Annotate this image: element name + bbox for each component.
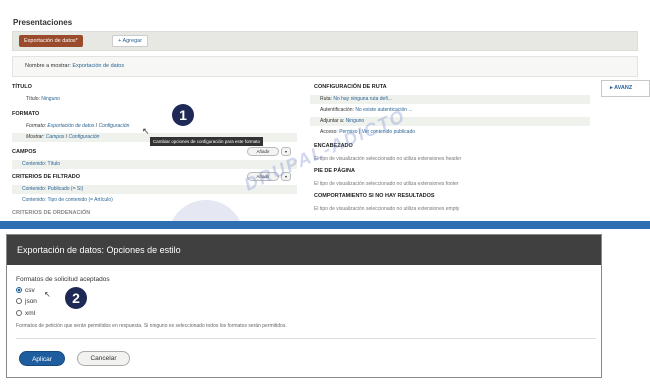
display-name-link[interactable]: Exportación de datos: [72, 63, 124, 69]
format-option-csv[interactable]: csv: [16, 287, 35, 294]
format-option-label: csv: [25, 287, 35, 294]
mostrar-value-link[interactable]: Campos: [46, 134, 65, 140]
add-display-label: Agregar: [122, 38, 143, 44]
advanced-label: AVANZ: [614, 85, 633, 91]
sin-resultados-text: El tipo de visualización seleccionado no…: [314, 206, 460, 212]
formato-settings-link[interactable]: Configuración: [99, 123, 130, 129]
dialog-title: Exportación de datos: Opciones de estilo: [7, 235, 601, 265]
pie-text: El tipo de visualización seleccionado no…: [314, 181, 459, 187]
format-option-label: json: [25, 298, 37, 305]
campos-add-button[interactable]: Añadir: [247, 147, 279, 156]
titulo-row[interactable]: Título: Ninguno: [12, 95, 297, 104]
add-display-button[interactable]: + Agregar: [112, 35, 149, 47]
adjuntar-row[interactable]: Adjuntar a: Ninguno: [310, 117, 590, 126]
settings-tooltip: Cambiar opciones de configuración para e…: [150, 137, 264, 146]
formato-row: Formato: Exportación de datos / Configur…: [12, 122, 297, 131]
advanced-toggle[interactable]: ▸ AVANZ: [601, 80, 650, 97]
radio-unchecked-icon[interactable]: [16, 310, 22, 316]
plus-icon: +: [118, 38, 122, 44]
formato-label: Formato:: [26, 123, 47, 129]
left-column: TÍTULO Título: Ninguno FORMATO Formato: …: [12, 80, 297, 222]
auth-label: Autentificación:: [320, 107, 354, 113]
mostrar-label: Mostrar:: [26, 134, 45, 140]
accepted-formats-legend: Formatos de solicitud aceptados: [16, 276, 110, 283]
middle-column: CONFIGURACIÓN DE RUTA Ruta: No hay ningu…: [310, 80, 590, 222]
pie-heading: PIE DE PÁGINA: [314, 168, 355, 174]
triangle-right-icon: ▸: [610, 85, 613, 91]
tab-exportacion-datos[interactable]: Exportación de datos*: [19, 35, 83, 47]
titulo-heading: TÍTULO: [12, 84, 32, 90]
ruta-label: Ruta:: [320, 96, 332, 102]
display-name-label: Nombre a mostrar:: [25, 63, 71, 69]
format-option-xml[interactable]: xml: [16, 310, 35, 317]
formato-separator: /: [95, 123, 98, 129]
adjuntar-label: Adjuntar a:: [320, 118, 345, 124]
formats-hint: Formatos de petición que serán permitido…: [16, 323, 287, 329]
titulo-row-value[interactable]: Ninguno: [41, 96, 60, 102]
views-editor-screenshot: Presentaciones Exportación de datos* + A…: [0, 0, 650, 222]
step-badge-1: 1: [172, 104, 194, 126]
mostrar-settings-link[interactable]: Configuración: [69, 134, 100, 140]
dialog-separator: [16, 338, 596, 339]
sin-resultados-heading: COMPORTAMIENTO SI NO HAY RESULTADOS: [314, 193, 435, 199]
formato-value-link[interactable]: Exportación de datos: [47, 123, 94, 129]
radio-unchecked-icon[interactable]: [16, 298, 22, 304]
filtro-item[interactable]: Contenido: Tipo de contenido (= Artículo…: [12, 196, 297, 205]
orden-heading: CRITERIOS DE ORDENACIÓN: [12, 210, 91, 216]
ruta-row[interactable]: Ruta: No hay ninguna ruta defi...: [310, 95, 590, 104]
cancel-button[interactable]: Cancelar: [77, 351, 130, 366]
filtros-heading: CRITERIOS DE FILTRADO: [12, 174, 81, 180]
display-name-bar: Nombre a mostrar: Exportación de datos: [12, 56, 638, 77]
formato-heading: FORMATO: [12, 111, 40, 117]
ruta-heading: CONFIGURACIÓN DE RUTA: [314, 84, 387, 90]
step-badge-2: 2: [65, 287, 87, 309]
mouse-cursor-icon: ↖: [142, 126, 150, 136]
page-title: Presentaciones: [13, 18, 73, 27]
campos-item[interactable]: Contenido: Título: [12, 160, 297, 169]
mouse-cursor-icon: ↖: [44, 290, 51, 299]
display-name-row: Nombre a mostrar: Exportación de datos: [25, 63, 124, 69]
format-option-label: xml: [25, 310, 36, 317]
titulo-row-label: Título:: [26, 96, 40, 102]
apply-button[interactable]: Aplicar: [19, 351, 65, 366]
display-tabs: Exportación de datos* + Agregar: [12, 31, 638, 51]
format-option-json[interactable]: json: [16, 298, 37, 305]
auth-row[interactable]: Autentificación: No existe autenticación…: [310, 106, 590, 115]
campos-heading: CAMPOS: [12, 149, 37, 155]
mostrar-separator: /: [65, 134, 68, 140]
style-options-dialog: Exportación de datos: Opciones de estilo…: [6, 234, 602, 378]
ruta-value[interactable]: No hay ninguna ruta defi...: [333, 96, 392, 102]
radio-checked-icon[interactable]: [16, 287, 22, 293]
section-divider: [0, 221, 650, 229]
